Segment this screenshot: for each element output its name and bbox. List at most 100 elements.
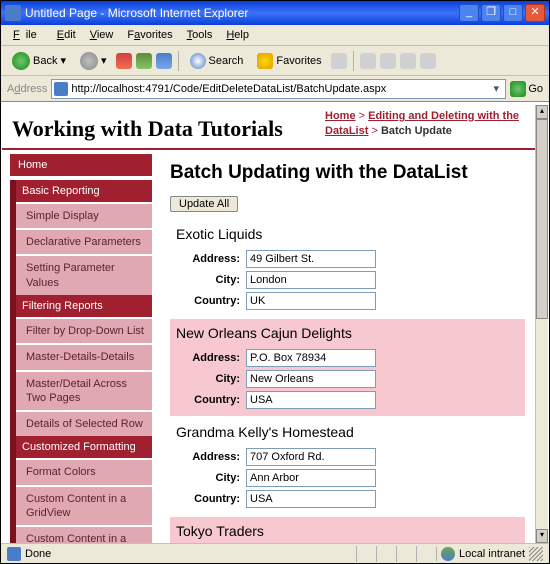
country-input[interactable] [246, 292, 376, 310]
page-heading: Batch Updating with the DataList [170, 162, 525, 184]
restore-button[interactable]: ❐ [481, 4, 501, 22]
sidebar-item[interactable]: Filter by Drop-Down List [16, 317, 152, 343]
go-button[interactable]: Go [510, 81, 543, 97]
sidebar-item[interactable]: Custom Content in a GridView [16, 485, 152, 526]
sidebar-item[interactable]: Declarative Parameters [16, 228, 152, 254]
zone-icon [441, 547, 455, 561]
resize-grip[interactable] [529, 547, 543, 561]
menu-view[interactable]: View [84, 27, 120, 43]
sidebar-group-head[interactable]: Basic Reporting [16, 180, 152, 202]
city-input[interactable] [246, 469, 376, 487]
scroll-up-button[interactable]: ▴ [536, 105, 548, 119]
maximize-button[interactable]: □ [503, 4, 523, 22]
city-label: City: [176, 373, 246, 385]
back-icon [12, 52, 30, 70]
sidebar-item[interactable]: Details of Selected Row [16, 410, 152, 436]
address-label: Address: [176, 253, 246, 265]
close-button[interactable]: ✕ [525, 4, 545, 22]
go-icon [510, 81, 526, 97]
sidebar-item-home[interactable]: Home [10, 154, 152, 178]
messenger-button[interactable] [420, 53, 436, 69]
sidebar-item[interactable]: Master/Detail Across Two Pages [16, 370, 152, 411]
sidebar-item[interactable]: Setting Parameter Values [16, 254, 152, 295]
search-icon [190, 53, 206, 69]
scroll-thumb[interactable] [536, 119, 548, 319]
update-all-button[interactable]: Update All [170, 196, 238, 212]
menu-file[interactable]: File [7, 27, 49, 43]
status-bar: Done Local intranet [1, 543, 549, 563]
address-input[interactable] [71, 83, 489, 95]
supplier-name: Exotic Liquids [176, 226, 519, 242]
done-icon [7, 547, 21, 561]
address-field[interactable]: ▾ [51, 79, 506, 99]
app-icon [5, 5, 21, 21]
menu-help[interactable]: Help [220, 27, 255, 43]
city-label: City: [176, 274, 246, 286]
sidebar-item[interactable]: Format Colors [16, 458, 152, 484]
page-content: Working with Data Tutorials Home > Editi… [2, 105, 535, 543]
sidebar-group-head[interactable]: Customized Formatting [16, 436, 152, 458]
chevron-down-icon: ▾ [60, 54, 66, 67]
site-title: Working with Data Tutorials [12, 116, 283, 142]
address-label: Address [7, 83, 47, 95]
vertical-scrollbar[interactable]: ▴ ▾ [535, 105, 548, 543]
supplier-block: Tokyo TradersAddress:City:Country: [170, 517, 525, 543]
sidebar: Home Basic ReportingSimple DisplayDeclar… [2, 154, 152, 543]
toolbar: Back ▾ ▾ Search Favorites [1, 46, 549, 76]
history-button[interactable] [331, 53, 347, 69]
city-input[interactable] [246, 370, 376, 388]
address-label: Address: [176, 451, 246, 463]
home-button[interactable] [156, 53, 172, 69]
country-label: Country: [176, 295, 246, 307]
main-content: Batch Updating with the DataList Update … [152, 154, 535, 543]
address-dropdown[interactable]: ▾ [489, 82, 503, 95]
search-button[interactable]: Search [185, 50, 249, 72]
page-icon [54, 82, 68, 96]
back-button[interactable]: Back ▾ [7, 49, 71, 73]
forward-button[interactable]: ▾ [75, 49, 112, 73]
star-icon [257, 53, 273, 69]
address-input[interactable] [246, 250, 376, 268]
stop-button[interactable] [116, 53, 132, 69]
supplier-block: Grandma Kelly's Homestead Address: City: Co… [170, 418, 525, 515]
window-title: Untitled Page - Microsoft Internet Explo… [25, 6, 459, 20]
menu-bar: File Edit View Favorites Tools Help [1, 25, 549, 46]
breadcrumb: Home > Editing and Deleting with the Dat… [325, 109, 525, 142]
window-titlebar: Untitled Page - Microsoft Internet Explo… [1, 1, 549, 25]
edit-button[interactable] [400, 53, 416, 69]
breadcrumb-current: Batch Update [381, 125, 452, 137]
print-button[interactable] [380, 53, 396, 69]
mail-button[interactable] [360, 53, 376, 69]
country-input[interactable] [246, 391, 376, 409]
minimize-button[interactable]: _ [459, 4, 479, 22]
country-label: Country: [176, 394, 246, 406]
address-input[interactable] [246, 349, 376, 367]
menu-edit[interactable]: Edit [51, 27, 82, 43]
country-input[interactable] [246, 490, 376, 508]
status-text: Done [25, 548, 51, 560]
supplier-name: New Orleans Cajun Delights [176, 325, 519, 341]
refresh-button[interactable] [136, 53, 152, 69]
sidebar-item[interactable]: Simple Display [16, 202, 152, 228]
sidebar-item[interactable]: Master-Details-Details [16, 343, 152, 369]
scroll-down-button[interactable]: ▾ [536, 529, 548, 543]
breadcrumb-home[interactable]: Home [325, 110, 356, 122]
favorites-button[interactable]: Favorites [252, 50, 326, 72]
country-label: Country: [176, 493, 246, 505]
chevron-down-icon: ▾ [101, 54, 107, 67]
supplier-name: Grandma Kelly's Homestead [176, 424, 519, 440]
zone-text: Local intranet [459, 548, 525, 560]
city-label: City: [176, 472, 246, 484]
city-input[interactable] [246, 271, 376, 289]
supplier-block: New Orleans Cajun Delights Address: City: C… [170, 319, 525, 416]
sidebar-item[interactable]: Custom Content in a DetailsView [16, 525, 152, 543]
address-label: Address: [176, 352, 246, 364]
supplier-name: Tokyo Traders [176, 523, 519, 539]
menu-tools[interactable]: Tools [181, 27, 219, 43]
supplier-block: Exotic Liquids Address: City: Country: [170, 220, 525, 317]
address-input[interactable] [246, 448, 376, 466]
sidebar-group-head[interactable]: Filtering Reports [16, 295, 152, 317]
menu-favorites[interactable]: Favorites [121, 27, 178, 43]
address-bar: Address ▾ Go [1, 76, 549, 102]
forward-icon [80, 52, 98, 70]
